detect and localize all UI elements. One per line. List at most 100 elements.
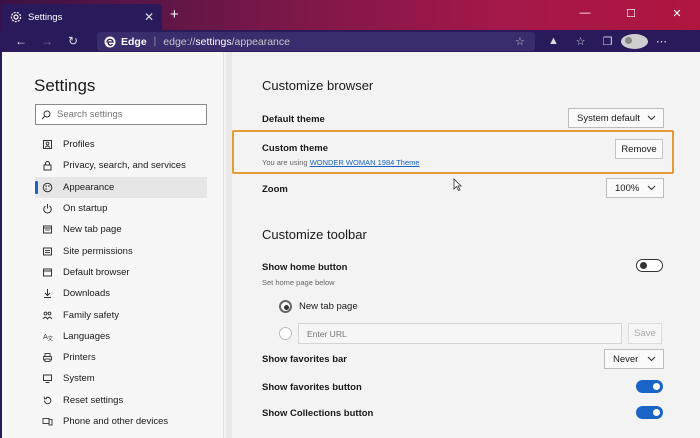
more-menu-icon[interactable]: ⋯: [648, 35, 675, 48]
customize-browser-title: Customize browser: [262, 78, 374, 93]
address-url[interactable]: edge://settings/appearance: [163, 36, 515, 48]
back-button[interactable]: ←: [8, 30, 34, 52]
customize-toolbar-title: Customize toolbar: [262, 227, 367, 242]
collections-button-toggle[interactable]: [636, 406, 663, 419]
profile-slot: [621, 33, 648, 49]
sidebar-item-label: Phone and other devices: [63, 416, 169, 427]
url-path: settings: [195, 35, 232, 48]
power-icon: [42, 203, 53, 214]
sidebar-item-label: On startup: [63, 203, 108, 215]
favorites-icon[interactable]: ☆: [567, 35, 594, 48]
browser-toolbar: ← → ↻ Edge | edge://settings/appearance …: [0, 30, 700, 52]
new-tab-page-radio[interactable]: [279, 300, 292, 313]
sidebar-item-appearance[interactable]: Appearance: [35, 176, 207, 198]
remove-button[interactable]: Remove: [615, 139, 663, 159]
sidebar-item-phone-and-other-devices[interactable]: Phone and other devices: [35, 411, 207, 432]
sidebar-item-profiles[interactable]: Profiles: [35, 134, 207, 155]
favorites-button-toggle[interactable]: [636, 380, 663, 393]
sidebar-item-reset-settings[interactable]: Reset settings: [35, 390, 207, 411]
search-icon: [41, 110, 51, 119]
sidebar-item-system[interactable]: System: [35, 368, 207, 389]
home-button-label: Show home button: [262, 262, 348, 273]
forward-button[interactable]: →: [34, 30, 60, 52]
extension-icon[interactable]: ▲: [540, 35, 567, 47]
custom-theme-link[interactable]: WONDER WOMAN 1984 Theme: [310, 158, 420, 167]
zoom-dropdown[interactable]: 100%: [606, 178, 664, 198]
sidebar-title: Settings: [34, 76, 96, 95]
sidebar-item-label: Downloads: [63, 288, 110, 300]
sidebar-item-family-safety[interactable]: Family safety: [35, 304, 207, 325]
minimize-button[interactable]: —: [562, 0, 608, 26]
browser-tab-settings[interactable]: Settings ✕: [2, 4, 162, 30]
palette-icon: [42, 182, 53, 193]
sidebar-item-label: Printers: [63, 352, 96, 364]
url-prefix: edge://: [163, 35, 196, 48]
tab-close-icon[interactable]: ✕: [144, 10, 154, 24]
gear-icon: [10, 11, 22, 23]
favorites-button-label: Show favorites button: [262, 382, 362, 393]
maximize-button[interactable]: ☐: [608, 0, 654, 26]
default-theme-dropdown[interactable]: System default: [568, 108, 664, 128]
sidebar-item-label: Appearance: [63, 181, 115, 193]
custom-theme-label: Custom theme: [262, 143, 328, 154]
home-button-sub: Set home page below: [262, 278, 335, 287]
search-input[interactable]: [57, 109, 197, 120]
settings-nav: Profiles Privacy, search, and services App…: [35, 134, 207, 432]
sidebar-item-label: Default browser: [63, 266, 130, 278]
custom-theme-description: You are using WONDER WOMAN 1984 Theme: [262, 158, 420, 167]
address-separator: |: [153, 36, 157, 47]
address-bar[interactable]: Edge | edge://settings/appearance ☆: [97, 32, 535, 51]
avatar[interactable]: [621, 33, 648, 49]
sidebar-item-site-permissions[interactable]: Site permissions: [35, 240, 207, 261]
sidebar-item-label: Reset settings: [63, 394, 124, 406]
new-tab-page-radio-label: New tab page: [299, 301, 358, 312]
chevron-down-icon: [647, 356, 656, 362]
main-content: Customize browser Default theme System d…: [232, 52, 700, 438]
sidebar-item-default-browser[interactable]: Default browser: [35, 262, 207, 283]
sidebar-item-on-startup[interactable]: On startup: [35, 198, 207, 219]
svg-text:文: 文: [48, 334, 54, 342]
sidebar-item-label: Privacy, search, and services: [63, 160, 186, 172]
system-icon: [42, 373, 53, 384]
reset-icon: [42, 395, 53, 406]
url-suffix: /appearance: [231, 35, 290, 48]
download-icon: [42, 288, 53, 299]
default-theme-value: System default: [577, 112, 640, 124]
sidebar-item-label: Languages: [63, 330, 111, 342]
favorites-bar-dropdown[interactable]: Never: [604, 349, 664, 369]
home-url-input[interactable]: [298, 323, 622, 344]
save-url-button[interactable]: Save: [628, 323, 662, 344]
family-icon: [42, 310, 53, 321]
collections-icon[interactable]: ❐: [594, 35, 621, 48]
sidebar-item-printers[interactable]: Printers: [35, 347, 207, 368]
search-box[interactable]: [35, 104, 207, 125]
printer-icon: [42, 352, 53, 363]
new-tab-button[interactable]: +: [170, 6, 179, 23]
custom-theme-prefix: You are using: [262, 158, 308, 167]
custom-url-radio[interactable]: [279, 327, 292, 340]
edge-logo-icon: [104, 36, 116, 47]
language-icon: A文: [42, 331, 53, 342]
sidebar-item-languages[interactable]: A 文 Languages: [35, 326, 207, 347]
zoom-value: 100%: [615, 182, 640, 194]
refresh-button[interactable]: ↻: [60, 30, 86, 52]
favorites-bar-label: Show favorites bar: [262, 354, 347, 365]
home-button-toggle[interactable]: [636, 259, 663, 272]
default-theme-label: Default theme: [262, 114, 325, 125]
sidebar-item-downloads[interactable]: Downloads: [35, 283, 207, 304]
collections-button-label: Show Collections button: [262, 408, 374, 419]
sidebar-item-label: Profiles: [63, 139, 95, 151]
toolbar-icons: ▲ ☆ ❐ ⋯: [540, 30, 675, 52]
sidebar-item-privacy-search-and-services[interactable]: Privacy, search, and services: [35, 155, 207, 176]
sidebar-item-label: New tab page: [63, 224, 122, 236]
browser-icon: [42, 267, 53, 278]
sidebar-item-label: Family safety: [63, 309, 119, 321]
sidebar-item-label: Site permissions: [63, 245, 133, 257]
chevron-down-icon: [647, 185, 656, 191]
phone-icon: [42, 416, 53, 427]
address-brand: Edge: [121, 35, 147, 48]
close-window-button[interactable]: ✕: [654, 0, 700, 26]
favorite-star-icon[interactable]: ☆: [515, 35, 529, 48]
sidebar-item-new-tab-page[interactable]: New tab page: [35, 219, 207, 240]
zoom-label: Zoom: [262, 184, 288, 195]
